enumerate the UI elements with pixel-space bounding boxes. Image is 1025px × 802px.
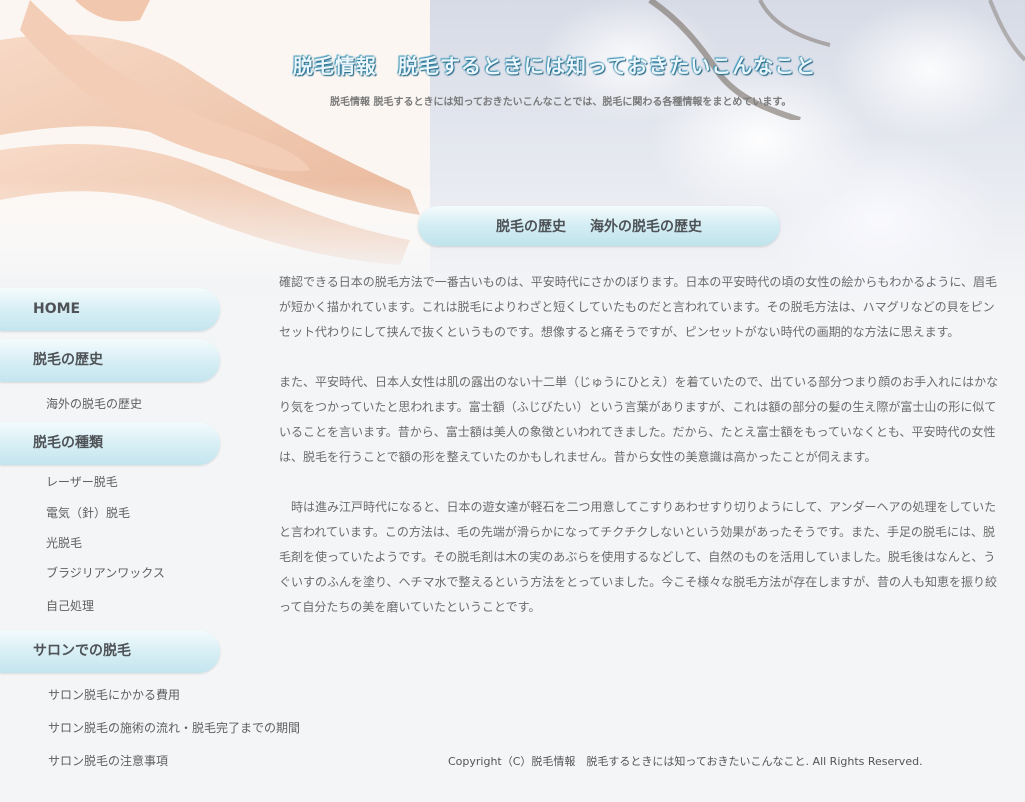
nav-sub-electric[interactable]: 電気（針）脱毛 <box>46 504 130 521</box>
nav-sub-salon-cost[interactable]: サロン脱毛にかかる費用 <box>48 686 180 703</box>
site-title[interactable]: 脱毛情報 脱毛するときには知っておきたいこんなこと <box>293 50 816 79</box>
page-heading-category: 脱毛の歴史 <box>496 219 566 235</box>
site-description: 脱毛情報 脱毛するときには知っておきたいこんなことでは、脱毛に関わる各種情報をま… <box>330 97 792 108</box>
content-paragraph: 時は進み江戸時代になると、日本の遊女達が軽石を二つ用意してこすりあわせすり切りよ… <box>279 500 997 614</box>
nav-sub-light[interactable]: 光脱毛 <box>46 534 82 551</box>
nav-history[interactable]: 脱毛の歴史 <box>0 339 220 382</box>
nav-sub-self-care[interactable]: 自己処理 <box>46 597 94 614</box>
nav-sub-laser[interactable]: レーザー脱毛 <box>46 473 118 490</box>
nav-types[interactable]: 脱毛の種類 <box>0 422 220 465</box>
content-paragraph: また、平安時代、日本人女性は肌の露出のない十二単（じゅうにひとえ）を着ていたので… <box>279 375 999 464</box>
footer-copyright: Copyright（C）脱毛情報 脱毛するときには知っておきたいこんなこと. A… <box>448 755 923 768</box>
content-paragraph: 確認できる日本の脱毛方法で一番古いものは、平安時代にさかのぼります。日本の平安時… <box>279 275 997 339</box>
nav-sub-overseas-history[interactable]: 海外の脱毛の歴史 <box>46 395 142 412</box>
page-heading: 脱毛の歴史 海外の脱毛の歴史 <box>418 206 780 246</box>
page-heading-title: 海外の脱毛の歴史 <box>590 219 702 235</box>
main-content: 確認できる日本の脱毛方法で一番古いものは、平安時代にさかのぼります。日本の平安時… <box>279 270 999 645</box>
nav-sub-salon-notes[interactable]: サロン脱毛の注意事項 <box>48 752 168 769</box>
nav-sub-salon-flow[interactable]: サロン脱毛の施術の流れ・脱毛完了までの期間 <box>48 719 300 736</box>
nav-sub-brazilian-wax[interactable]: ブラジリアンワックス <box>46 564 165 581</box>
nav-home[interactable]: HOME <box>0 288 220 331</box>
nav-salon[interactable]: サロンでの脱毛 <box>0 630 220 673</box>
